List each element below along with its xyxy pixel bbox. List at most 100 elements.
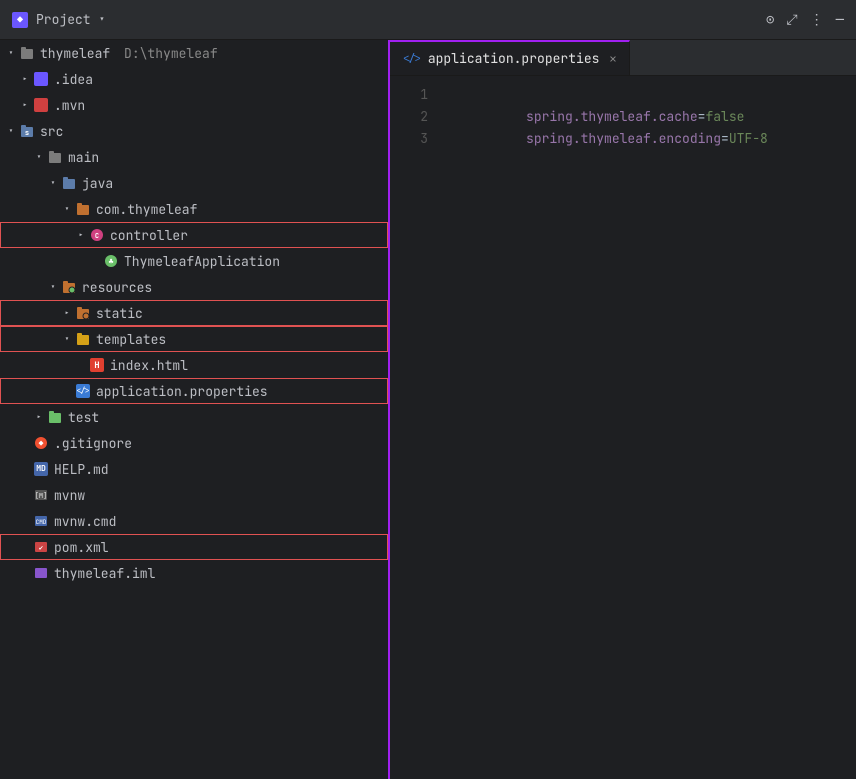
sidebar-item-src[interactable]: s src — [0, 118, 388, 144]
idea-label: .idea — [54, 71, 93, 88]
mvnw-label: mvnw — [54, 487, 85, 504]
sidebar-item-static[interactable]: static — [0, 300, 388, 326]
sidebar-item-test[interactable]: test — [0, 404, 388, 430]
svg-text:◆: ◆ — [38, 439, 44, 449]
tab-name: application.properties — [428, 50, 600, 67]
mvn-arrow — [18, 99, 32, 111]
sidebar-item-index[interactable]: H index.html — [0, 352, 388, 378]
controller-label: controller — [110, 227, 188, 244]
resources-label: resources — [82, 279, 152, 296]
sidebar-item-idea[interactable]: .idea — [0, 66, 388, 92]
iml-icon — [32, 564, 50, 582]
java-arrow — [46, 177, 60, 189]
index-icon: H — [88, 356, 106, 374]
resources-icon — [60, 278, 78, 296]
src-arrow — [4, 125, 18, 137]
root-path: D:\thymeleaf — [124, 45, 218, 62]
line-numbers: 1 2 3 — [390, 76, 440, 779]
root-arrow — [4, 47, 18, 59]
mvnw-icon: [M] — [32, 486, 50, 504]
test-icon — [46, 408, 64, 426]
line-number-2: 2 — [390, 106, 428, 128]
main-arrow — [32, 151, 46, 163]
idea-arrow — [18, 73, 32, 85]
test-arrow — [32, 411, 46, 423]
index-label: index.html — [110, 357, 188, 374]
pomxml-icon: ✔ — [32, 538, 50, 556]
title-bar: ◆ Project ▾ ⊙ ⤢ ⋮ — — [0, 0, 856, 40]
root-label: thymeleaf D:\thymeleaf — [40, 45, 218, 62]
more-icon[interactable]: ⋮ — [810, 11, 824, 29]
static-icon — [74, 304, 92, 322]
tab-close-button[interactable]: ✕ — [609, 51, 616, 67]
sidebar-item-app[interactable]: ♣ ThymeleafApplication — [0, 248, 388, 274]
pomxml-label: pom.xml — [54, 539, 109, 556]
java-label: java — [82, 175, 113, 192]
svg-text:C: C — [95, 232, 99, 241]
svg-text:s: s — [25, 129, 29, 138]
sidebar-item-properties[interactable]: </> application.properties — [0, 378, 388, 404]
sidebar-item-mvnw[interactable]: [M] mvnw — [0, 482, 388, 508]
tab-icon: </> — [402, 52, 422, 66]
java-icon — [60, 174, 78, 192]
window-controls: ⊙ ⤢ ⋮ — — [766, 11, 844, 29]
sidebar-root[interactable]: thymeleaf D:\thymeleaf — [0, 40, 388, 66]
main-icon — [46, 148, 64, 166]
helpmd-icon: MD — [32, 460, 50, 478]
tab-application-properties[interactable]: </> application.properties ✕ — [390, 40, 630, 75]
sidebar-item-helpmd[interactable]: MD HELP.md — [0, 456, 388, 482]
code-editor[interactable]: spring.thymeleaf.cache=false spring.thym… — [440, 76, 856, 779]
package-arrow — [60, 203, 74, 215]
gitignore-icon: ◆ — [32, 434, 50, 452]
sidebar-item-gitignore[interactable]: ◆ .gitignore — [0, 430, 388, 456]
sidebar-item-package[interactable]: com.thymeleaf — [0, 196, 388, 222]
root-icon — [18, 44, 36, 62]
project-arrow[interactable]: ▾ — [99, 13, 106, 27]
mvn-icon — [32, 96, 50, 114]
expand-icon[interactable]: ⤢ — [786, 11, 797, 29]
iml-label: thymeleaf.iml — [54, 565, 155, 582]
project-label: Project — [36, 11, 91, 28]
templates-icon — [74, 330, 92, 348]
gitignore-label: .gitignore — [54, 435, 132, 452]
sidebar-item-pomxml[interactable]: ✔ pom.xml — [0, 534, 388, 560]
tab-bar: </> application.properties ✕ — [390, 40, 856, 76]
sidebar-item-resources[interactable]: resources — [0, 274, 388, 300]
svg-text:✔: ✔ — [39, 544, 43, 553]
mvnwcmd-label: mvnw.cmd — [54, 513, 116, 530]
controller-icon: C — [88, 226, 106, 244]
line-number-3: 3 — [390, 128, 428, 150]
sidebar-item-java[interactable]: java — [0, 170, 388, 196]
sidebar-item-mvnwcmd[interactable]: CMD mvnw.cmd — [0, 508, 388, 534]
mvn-label: .mvn — [54, 97, 85, 114]
editor-content: 1 2 3 spring.thymeleaf.cache=false sprin… — [390, 76, 856, 779]
sidebar-item-main[interactable]: main — [0, 144, 388, 170]
templates-arrow — [60, 333, 74, 345]
editor-area: </> application.properties ✕ 1 2 3 sprin… — [390, 40, 856, 779]
app-label: ThymeleafApplication — [124, 253, 280, 270]
mvnwcmd-icon: CMD — [32, 512, 50, 530]
src-label: src — [40, 123, 63, 140]
properties-label: application.properties — [96, 383, 268, 400]
resources-arrow — [46, 281, 60, 293]
templates-label: templates — [96, 331, 166, 348]
svg-text:♣: ♣ — [109, 257, 114, 267]
sidebar-item-templates[interactable]: templates — [0, 326, 388, 352]
sidebar-item-controller[interactable]: C controller — [0, 222, 388, 248]
sidebar-item-iml[interactable]: thymeleaf.iml — [0, 560, 388, 586]
project-icon: ◆ — [12, 12, 28, 28]
package-label: com.thymeleaf — [96, 201, 197, 218]
settings-icon[interactable]: ⊙ — [766, 11, 774, 29]
svg-text:CMD: CMD — [36, 518, 47, 526]
svg-text:[M]: [M] — [35, 492, 48, 501]
line-number-1: 1 — [390, 84, 428, 106]
package-icon — [74, 200, 92, 218]
properties-icon: </> — [74, 382, 92, 400]
sidebar-item-mvn[interactable]: .mvn — [0, 92, 388, 118]
sidebar: thymeleaf D:\thymeleaf .idea .mvn — [0, 40, 390, 779]
helpmd-label: HELP.md — [54, 461, 109, 478]
minimize-icon[interactable]: — — [836, 11, 844, 29]
main-layout: thymeleaf D:\thymeleaf .idea .mvn — [0, 40, 856, 779]
controller-arrow — [74, 229, 88, 241]
test-label: test — [68, 409, 99, 426]
